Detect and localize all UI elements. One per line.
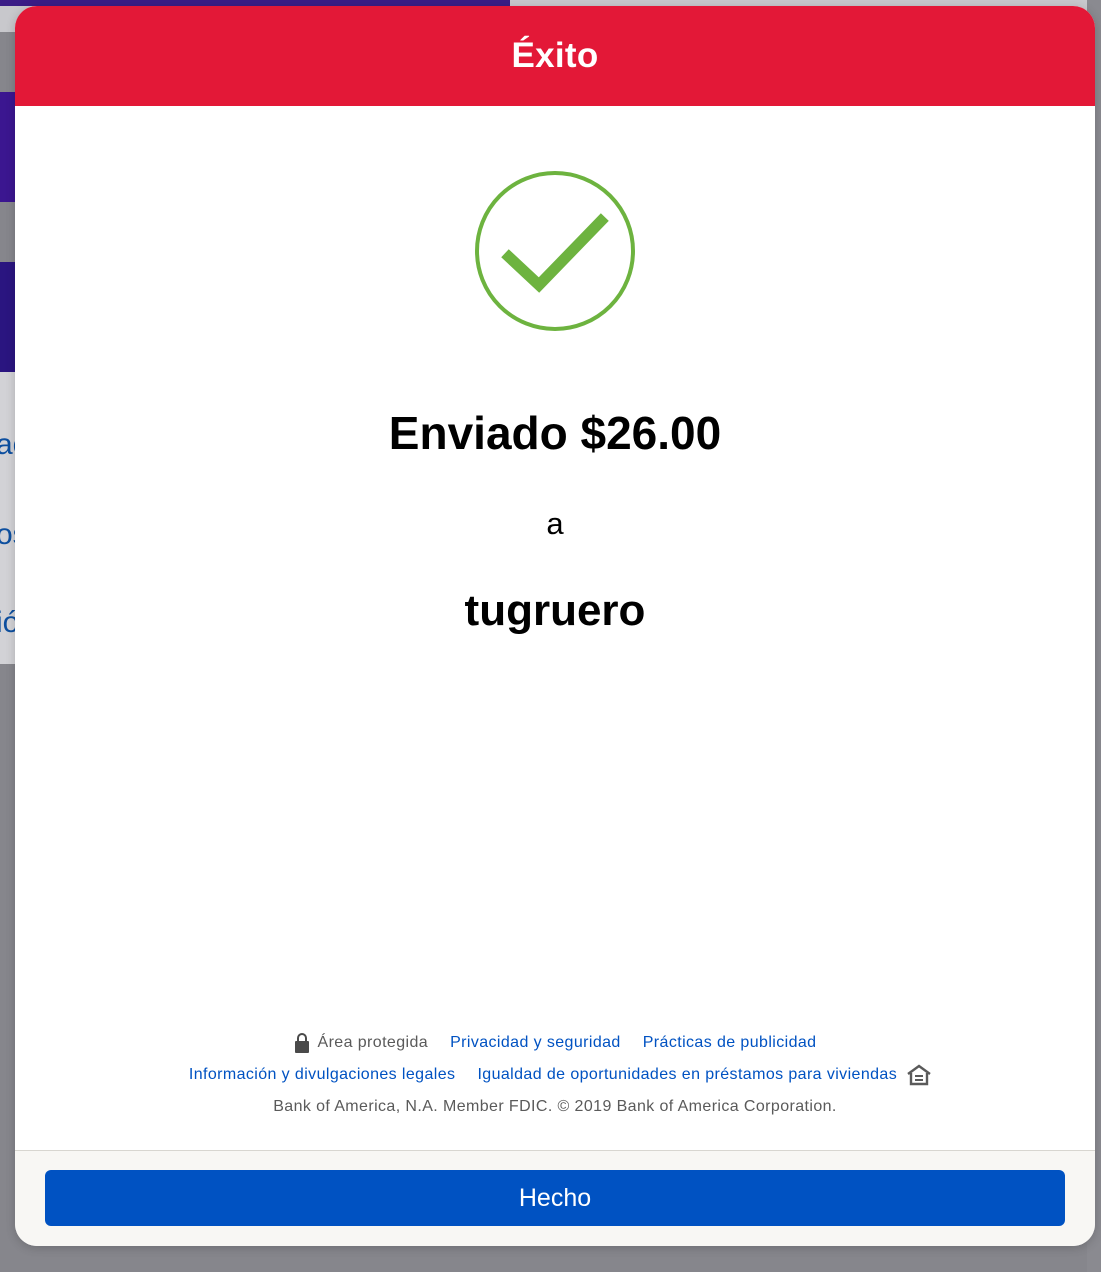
dialog-title: Éxito — [511, 36, 599, 75]
legal-disclosures-link[interactable]: Información y divulgaciones legales — [189, 1066, 456, 1084]
sent-amount-text: Enviado $26.00 — [388, 407, 722, 459]
lock-icon — [294, 1033, 309, 1053]
success-dialog: Éxito Enviado $26.00 a tugruero Área pro… — [15, 6, 1095, 1246]
legal-footer: Área protegida Privacidad y seguridad Pr… — [15, 1031, 1095, 1119]
privacy-link[interactable]: Privacidad y seguridad — [450, 1034, 621, 1052]
equal-housing-icon — [907, 1064, 931, 1086]
secure-area-label: Área protegida — [317, 1034, 429, 1051]
copyright-text: Bank of America, N.A. Member FDIC. © 201… — [273, 1098, 837, 1115]
check-circle-icon — [475, 171, 635, 331]
done-button[interactable]: Hecho — [45, 1170, 1065, 1226]
advertising-practices-link[interactable]: Prácticas de publicidad — [643, 1034, 817, 1052]
recipient-name: tugruero — [464, 586, 646, 635]
footer-row: Área protegida Privacidad y seguridad Pr… — [15, 1031, 1095, 1055]
dialog-body: Enviado $26.00 a tugruero Área protegida… — [15, 106, 1095, 1150]
dialog-header: Éxito — [15, 6, 1095, 106]
secure-area: Área protegida — [294, 1032, 429, 1054]
footer-row: Información y divulgaciones legales Igua… — [15, 1063, 1095, 1087]
to-text: a — [546, 506, 564, 541]
dialog-footer: Hecho — [15, 1150, 1095, 1246]
equal-housing-link[interactable]: Igualdad de oportunidades en préstamos p… — [477, 1066, 897, 1084]
